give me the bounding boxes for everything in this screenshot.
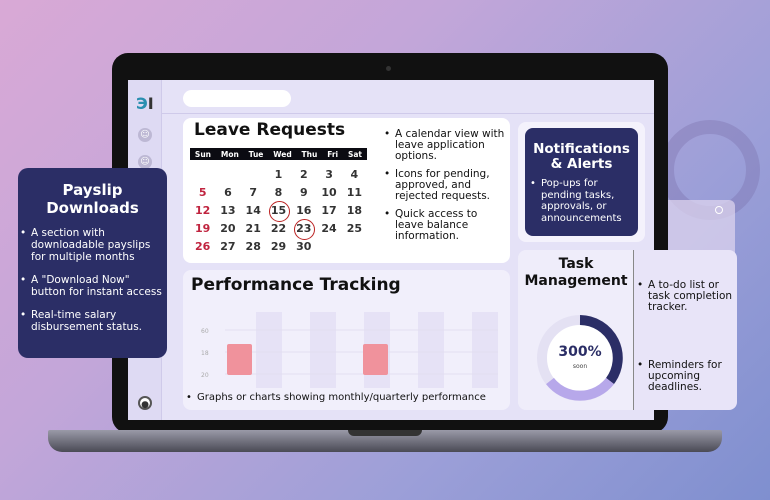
weekday-label: Sun — [194, 149, 212, 159]
circle-icon — [715, 206, 723, 214]
chart-column-bg — [472, 312, 498, 388]
calendar-day[interactable]: 11 — [342, 186, 367, 200]
chart-column-bg — [310, 312, 336, 388]
axis-label: 18 — [201, 350, 209, 357]
chart-bar — [227, 344, 252, 375]
axis-label: 60 — [201, 328, 209, 335]
weekday-label: Wed — [273, 149, 292, 159]
notifications-card: Notifications& Alerts Pop-ups for pendin… — [525, 128, 638, 236]
card-title: Notifications & Alerts — [533, 141, 630, 172]
calendar-day[interactable]: 10 — [316, 186, 341, 200]
card-title: Task Management — [524, 256, 628, 289]
calendar-day[interactable]: 24 — [316, 222, 341, 236]
calendar-day[interactable]: 28 — [241, 240, 266, 254]
notification-bullet: Pop-ups for pending tasks, approvals, or… — [530, 178, 634, 224]
calendar-grid[interactable]: 1 2 3 4 5 6 7 8 9 10 11 12 13 14 15 16 17 18 19 20 21 22 23 24 2… — [190, 168, 367, 254]
calendar-day[interactable]: 12 — [190, 204, 215, 218]
chart-column-bg — [256, 312, 282, 388]
leave-bullets: A calendar view with leave application o… — [384, 129, 509, 249]
calendar-day[interactable]: 1 — [266, 168, 291, 182]
chart-column-bg — [418, 312, 444, 388]
calendar-day[interactable]: 21 — [241, 222, 266, 236]
calendar-day[interactable]: 22 — [266, 222, 291, 236]
bullet-item: Icons for pending, approved, and rejecte… — [384, 169, 509, 202]
sidebar-icon-1[interactable]: ☺ — [138, 128, 152, 142]
bullet-item: A calendar view with leave application o… — [384, 129, 509, 162]
calendar-day[interactable]: 13 — [215, 204, 240, 218]
calendar-day[interactable]: 7 — [241, 186, 266, 200]
weekday-label: Thu — [301, 149, 318, 159]
calendar-day[interactable]: 17 — [316, 204, 341, 218]
sidebar-icon-2[interactable]: ☺ — [138, 155, 152, 169]
bullet-item: A section with downloadable payslips for… — [20, 227, 167, 263]
calendar-day[interactable]: 5 — [190, 186, 215, 200]
calendar-day[interactable]: 20 — [215, 222, 240, 236]
performance-chart: 60 18 20 — [201, 312, 498, 388]
card-title: Leave Requests — [194, 120, 346, 140]
chart-bar — [363, 344, 388, 375]
axis-label: 20 — [201, 372, 209, 379]
profile-icon[interactable]: ● — [138, 396, 152, 410]
bullet-item: A "Download Now" button for instant acce… — [20, 274, 167, 298]
card-title: Performance Tracking — [191, 275, 401, 295]
calendar-day[interactable]: 3 — [316, 168, 341, 182]
camera — [386, 66, 391, 71]
task-bullet: Reminders for upcoming deadlines. — [637, 360, 735, 393]
laptop-base — [48, 430, 722, 452]
progress-sub: soon — [572, 363, 588, 370]
calendar-header: Sun Mon Tue Wed Thu Fri Sat — [190, 148, 367, 160]
task-management-card: TaskManagement 300% soon A to-do list or… — [518, 250, 737, 410]
calendar-day[interactable]: 4 — [342, 168, 367, 182]
performance-card: Performance Tracking 60 18 20 Graphs or ch… — [183, 270, 510, 410]
bullet-item: Quick access to leave balance informatio… — [384, 209, 509, 242]
calendar-day[interactable]: 6 — [215, 186, 240, 200]
calendar-day[interactable]: 26 — [190, 240, 215, 254]
calendar-day[interactable]: 2 — [291, 168, 316, 182]
calendar-empty — [215, 168, 240, 182]
weekday-label: Mon — [220, 149, 239, 159]
calendar-day[interactable]: 9 — [291, 186, 316, 200]
calendar-day[interactable]: 29 — [266, 240, 291, 254]
calendar-day[interactable]: 14 — [241, 204, 266, 218]
performance-bullet: Graphs or charts showing monthly/quarter… — [186, 392, 510, 403]
calendar-day[interactable]: 27 — [215, 240, 240, 254]
payslip-downloads-card: PayslipDownloads A section with download… — [18, 168, 167, 358]
calendar-day[interactable]: 30 — [291, 240, 316, 254]
calendar-day[interactable]: 25 — [342, 222, 367, 236]
search-input[interactable] — [183, 90, 291, 107]
calendar-empty — [190, 168, 215, 182]
weekday-label: Fri — [327, 149, 339, 159]
task-bullet: A to-do list or task completion tracker. — [637, 280, 735, 313]
weekday-label: Sat — [347, 149, 363, 159]
progress-value: 300% — [558, 344, 602, 360]
calendar-day[interactable]: 8 — [266, 186, 291, 200]
calendar-day[interactable]: 16 — [291, 204, 316, 218]
leave-requests-card: Leave Requests Sun Mon Tue Wed Thu Fri Sat 123… — [183, 118, 510, 263]
card-title: Payslip Downloads — [46, 181, 139, 217]
calendar-day[interactable]: 23 — [291, 219, 316, 240]
calendar-day[interactable]: 18 — [342, 204, 367, 218]
calendar-empty — [241, 168, 266, 182]
weekday-label: Tue — [248, 149, 264, 159]
bullet-item: Real-time salary disbursement status. — [20, 309, 167, 333]
calendar-day[interactable]: 19 — [190, 222, 215, 236]
notifications-outer: Notifications& Alerts Pop-ups for pendin… — [518, 122, 645, 242]
logo: ЭI — [136, 94, 154, 113]
calendar-day[interactable]: 15 — [266, 201, 291, 222]
